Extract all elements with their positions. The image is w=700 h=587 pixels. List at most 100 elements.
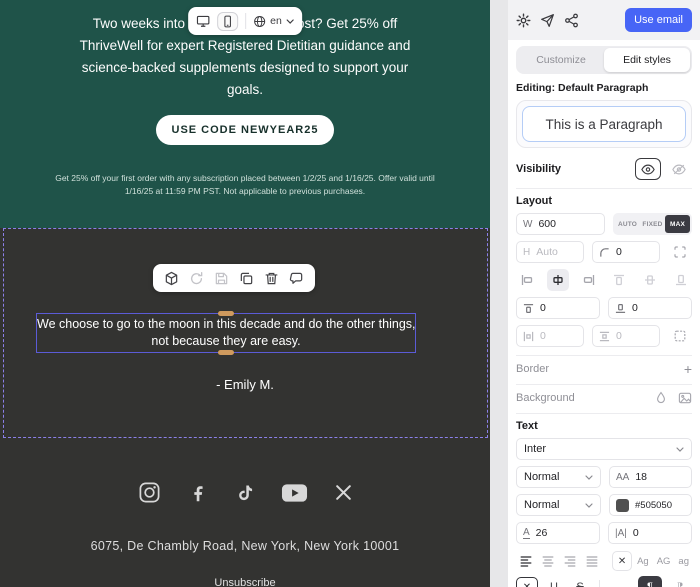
width-input[interactable]: W 600 [516,213,605,235]
expand-corners-icon[interactable] [668,241,692,263]
line-height-input[interactable]: A 26 [516,522,600,544]
align-right-icon[interactable] [577,269,600,291]
underline-icon[interactable]: U [544,576,564,587]
text-direction-ltr-icon[interactable]: ¶ [638,576,662,587]
case-lower-button[interactable]: ag [675,556,692,567]
facebook-icon[interactable] [187,482,209,504]
vertical-gap-value: 0 [616,330,622,342]
corner-radius-input[interactable]: 0 [592,241,660,263]
strikethrough-icon[interactable]: S [570,576,590,587]
font-size-icon: AA [616,471,630,483]
language-selector[interactable]: en [253,15,294,28]
delete-icon[interactable] [264,271,279,286]
text-align-justify-icon[interactable] [582,550,602,572]
hidden-eye-off-icon[interactable] [666,158,692,180]
text-align-right-icon[interactable] [560,550,580,572]
instagram-icon[interactable] [138,481,161,504]
dashed-corners-icon[interactable] [668,325,692,347]
letter-spacing-input[interactable]: |A| 0 [608,522,692,544]
tab-customize[interactable]: Customize [518,48,604,72]
corner-radius-icon [599,247,610,258]
padding-top-input[interactable]: 0 [516,297,600,319]
vertical-gap-icon [599,331,610,342]
unsubscribe-link[interactable]: Unsubscribe [0,577,490,587]
panel-header: Use email [508,0,700,40]
settings-gear-icon[interactable] [516,13,531,28]
mode-auto[interactable]: AUTO [615,215,640,233]
width-mode-segmented: AUTO FIXED MAX [613,213,692,235]
padding-row: 0 0 [516,297,692,319]
align-middle-icon[interactable] [639,269,662,291]
visibility-label: Visibility [516,163,562,175]
send-test-icon[interactable] [540,13,555,28]
background-image-icon[interactable] [678,391,692,405]
padding-bottom-input[interactable]: 0 [608,297,692,319]
vertical-gap-input[interactable]: 0 [592,325,660,347]
horizontal-gap-value: 0 [540,330,546,342]
align-left-icon[interactable] [516,269,539,291]
editing-context-label: Editing: Default Paragraph [516,82,649,94]
youtube-icon[interactable] [281,483,308,503]
font-size-input[interactable]: AA 18 [609,466,692,488]
line-height-value: 26 [535,527,548,539]
promo-code-button[interactable]: USE CODE NEWYEAR25 [156,115,334,145]
add-border-button[interactable]: + [684,362,692,376]
background-row: Background [516,391,692,405]
letter-spacing-value: 0 [632,527,639,539]
font-weight-color-row: Normal #505050 [516,494,692,516]
width-label: W [523,218,533,230]
background-color-droplet-icon[interactable] [654,391,668,405]
chevron-down-icon [585,474,593,480]
line-height-letter-spacing-row: A 26 |A| 0 [516,522,692,544]
text-color-input[interactable]: #505050 [609,494,692,516]
tiktok-icon[interactable] [235,482,255,504]
text-section-title: Text [516,420,538,432]
hero-line-2: ThriveWell for expert Registered Dietiti… [79,38,411,53]
text-align-row: ✕ Ag AG ag [516,550,692,572]
selected-text-block[interactable]: We choose to go to the moon in this deca… [36,311,416,355]
hero-line1-right: ost? Get 25% off [296,16,398,31]
mode-max[interactable]: MAX [665,215,690,233]
align-top-icon[interactable] [608,269,631,291]
desktop-preview-icon[interactable] [196,14,210,28]
resize-handle-bottom[interactable] [218,350,234,355]
case-sentence-button[interactable]: Ag [634,556,652,567]
text-color-swatch[interactable] [616,498,629,512]
comment-icon[interactable] [289,271,304,286]
duplicate-icon[interactable] [239,271,254,286]
chevron-down-icon [676,446,684,452]
mode-fixed[interactable]: FIXED [640,215,665,233]
quote-attribution[interactable]: - Emily M. [0,377,490,392]
paragraph-preview[interactable]: This is a Paragraph [522,106,686,142]
layout-section-title: Layout [516,195,553,207]
case-upper-button[interactable]: AG [654,556,674,567]
font-style-select[interactable]: Normal [516,466,601,488]
text-align-left-icon[interactable] [516,550,536,572]
save-icon[interactable] [214,271,229,286]
text-align-center-icon[interactable] [538,550,558,572]
align-center-icon[interactable] [546,269,570,291]
align-bottom-icon[interactable] [669,269,692,291]
move-block-icon[interactable] [164,271,179,286]
horizontal-gap-input[interactable]: 0 [516,325,584,347]
mobile-preview-icon[interactable] [217,11,239,31]
font-weight-select[interactable]: Normal [516,494,601,516]
section-divider [516,355,692,356]
padding-bottom-value: 0 [632,302,638,314]
tab-edit-styles[interactable]: Edit styles [604,48,690,72]
chevron-down-icon [585,502,593,508]
padding-top-icon [523,303,534,314]
redo-icon[interactable] [189,271,204,286]
clear-decoration-icon[interactable]: ✕ [516,577,538,587]
resize-handle-top[interactable] [218,311,234,316]
use-email-button[interactable]: Use email [625,8,692,32]
x-icon[interactable] [334,483,353,502]
font-family-select[interactable]: Inter [516,438,692,460]
visible-eye-icon[interactable] [635,158,661,180]
element-toolbar [153,264,315,292]
clear-case-icon[interactable]: ✕ [612,551,633,571]
visibility-row: Visibility [516,158,692,180]
height-input[interactable]: H Auto [516,241,584,263]
text-direction-rtl-icon[interactable]: ¶ [668,576,692,587]
share-icon[interactable] [564,13,579,28]
